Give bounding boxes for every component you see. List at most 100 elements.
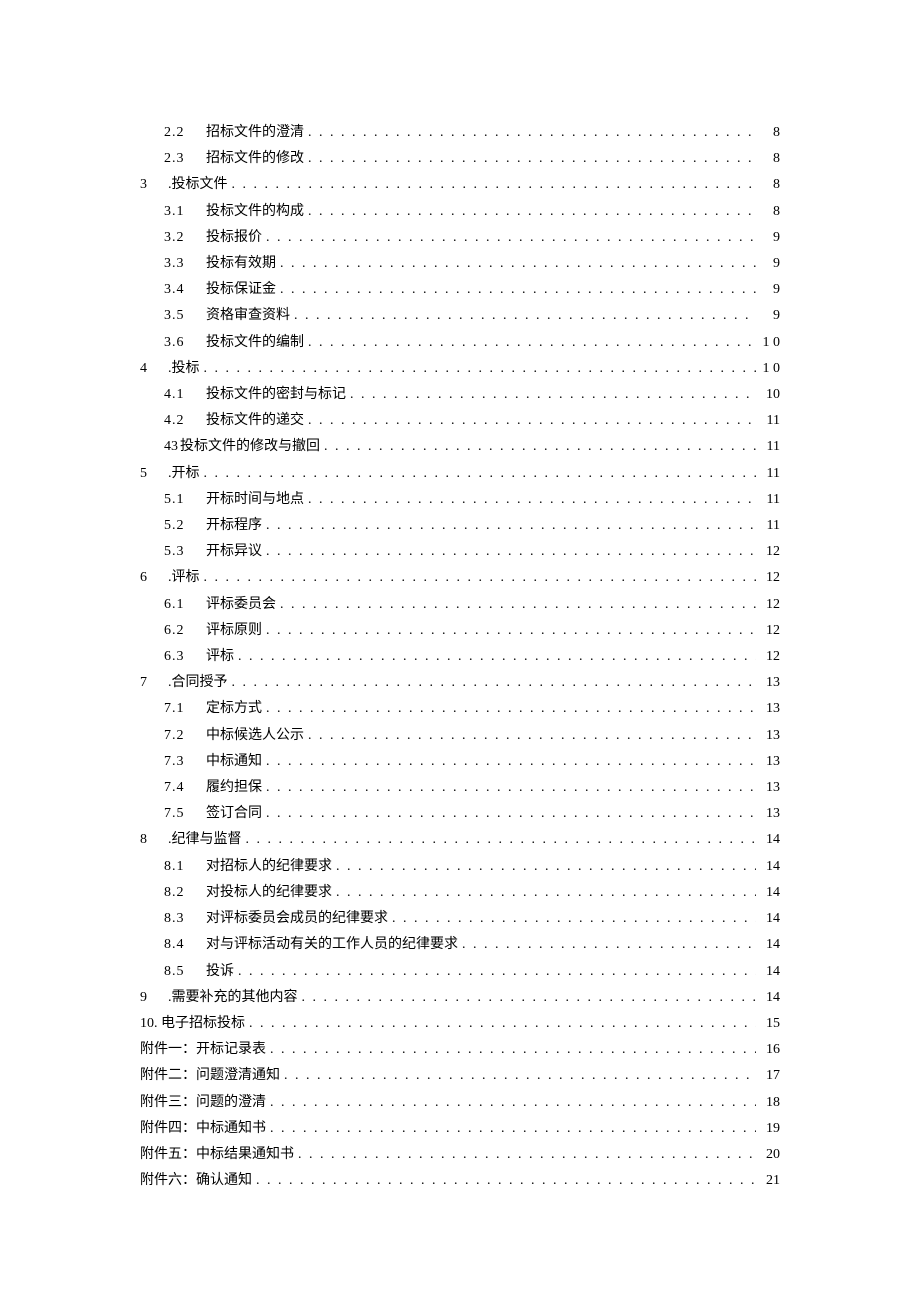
toc-number: 8.1 xyxy=(164,854,200,880)
toc-page-number: 9 xyxy=(760,225,780,251)
toc-page-number: 11 xyxy=(760,487,780,513)
toc-label: 对招标人的纪律要求 xyxy=(206,854,332,880)
toc-label: 招标文件的澄清 xyxy=(206,120,304,146)
toc-leader-dots xyxy=(308,723,756,749)
toc-entry: 3.2投标报价9 xyxy=(140,225,780,251)
toc-label: .开标 xyxy=(168,461,200,487)
toc-number: 9 xyxy=(140,985,162,1011)
toc-label: 开标程序 xyxy=(206,513,262,539)
toc-leader-dots xyxy=(266,801,756,827)
toc-label: 附件六：确认通知 xyxy=(140,1168,252,1194)
toc-leader-dots xyxy=(204,565,757,591)
toc-leader-dots xyxy=(324,434,756,460)
toc-label: 投标文件的构成 xyxy=(206,199,304,225)
toc-leader-dots xyxy=(298,1142,756,1168)
toc-entry: 6.1评标委员会12 xyxy=(140,592,780,618)
toc-page-number: 20 xyxy=(760,1142,780,1168)
toc-page-number: 11 xyxy=(760,461,780,487)
toc-page-number: 13 xyxy=(760,801,780,827)
toc-entry: 4.2投标文件的递交11 xyxy=(140,408,780,434)
toc-label: 签订合同 xyxy=(206,801,262,827)
toc-number: 8 xyxy=(140,827,162,853)
toc-label: 开标异议 xyxy=(206,539,262,565)
toc-page-number: 11 xyxy=(760,434,780,460)
toc-number: 6.1 xyxy=(164,592,200,618)
toc-number: 6.3 xyxy=(164,644,200,670)
toc-label: 附件三：问题的澄清 xyxy=(140,1090,266,1116)
toc-entry: 3.投标文件8 xyxy=(140,172,780,198)
toc-page-number: 9 xyxy=(760,277,780,303)
toc-number: 3.1 xyxy=(164,199,200,225)
toc-leader-dots xyxy=(308,408,756,434)
toc-entry: 7.合同授予13 xyxy=(140,670,780,696)
toc-number: 3.2 xyxy=(164,225,200,251)
toc-number: 7.4 xyxy=(164,775,200,801)
toc-label: 附件四：中标通知书 xyxy=(140,1116,266,1142)
toc-page-number: 16 xyxy=(760,1037,780,1063)
toc-number: 4.2 xyxy=(164,408,200,434)
toc-number: 2.2 xyxy=(164,120,200,146)
toc-page-number: 12 xyxy=(760,539,780,565)
toc-page-number: 13 xyxy=(760,749,780,775)
toc-page-number: 21 xyxy=(760,1168,780,1194)
toc-entry: 8.5投诉14 xyxy=(140,959,780,985)
toc-page-number: 15 xyxy=(760,1011,780,1037)
toc-number: 4 xyxy=(140,356,162,382)
toc-entry: 8.4对与评标活动有关的工作人员的纪律要求14 xyxy=(140,932,780,958)
toc-number: 43 xyxy=(164,434,178,460)
toc-page-number: 8 xyxy=(760,172,780,198)
toc-leader-dots xyxy=(392,906,756,932)
toc-number: 7.2 xyxy=(164,723,200,749)
toc-label: .评标 xyxy=(168,565,200,591)
toc-leader-dots xyxy=(232,670,757,696)
toc-leader-dots xyxy=(308,120,756,146)
toc-page-number: 9 xyxy=(760,303,780,329)
toc-leader-dots xyxy=(266,775,756,801)
toc-label: .投标文件 xyxy=(168,172,228,198)
toc-label: 定标方式 xyxy=(206,696,262,722)
toc-number: 5.3 xyxy=(164,539,200,565)
toc-entry: 6.3评标12 xyxy=(140,644,780,670)
toc-page-number: 8 xyxy=(760,146,780,172)
toc-number: 7 xyxy=(140,670,162,696)
table-of-contents: 2.2招标文件的澄清82.3招标文件的修改83.投标文件83.1投标文件的构成8… xyxy=(140,120,780,1194)
toc-entry: 8.2对投标人的纪律要求14 xyxy=(140,880,780,906)
toc-leader-dots xyxy=(266,696,756,722)
toc-page-number: 14 xyxy=(760,880,780,906)
toc-number: 5.1 xyxy=(164,487,200,513)
toc-number: 8.3 xyxy=(164,906,200,932)
toc-label: 附件二：问题澄清通知 xyxy=(140,1063,280,1089)
toc-entry: 6.评标12 xyxy=(140,565,780,591)
toc-entry: 7.2中标候选人公示13 xyxy=(140,723,780,749)
toc-leader-dots xyxy=(238,959,756,985)
toc-leader-dots xyxy=(336,854,756,880)
toc-label: 履约担保 xyxy=(206,775,262,801)
toc-leader-dots xyxy=(280,251,756,277)
toc-page-number: 12 xyxy=(760,565,780,591)
toc-entry: 2.2招标文件的澄清 8 xyxy=(140,120,780,146)
toc-entry: 3.1投标文件的构成 8 xyxy=(140,199,780,225)
toc-page-number: 1 0 xyxy=(760,356,780,382)
toc-page-number: 8 xyxy=(760,199,780,225)
toc-leader-dots xyxy=(308,199,756,225)
toc-number: 7.5 xyxy=(164,801,200,827)
toc-label: .合同授予 xyxy=(168,670,228,696)
toc-leader-dots xyxy=(266,749,756,775)
toc-entry: 3.4投标保证金9 xyxy=(140,277,780,303)
toc-entry: 6.2评标原则12 xyxy=(140,618,780,644)
toc-entry: 43投标文件的修改与撤回 11 xyxy=(140,434,780,460)
toc-label: 投标文件的修改与撤回 xyxy=(180,434,320,460)
toc-page-number: 12 xyxy=(760,592,780,618)
toc-label: 招标文件的修改 xyxy=(206,146,304,172)
toc-label: 投标保证金 xyxy=(206,277,276,303)
toc-label: 附件五：中标结果通知书 xyxy=(140,1142,294,1168)
toc-entry: 8.3对评标委员会成员的纪律要求14 xyxy=(140,906,780,932)
toc-entry: 9.需要补充的其他内容14 xyxy=(140,985,780,1011)
toc-page-number: 1 0 xyxy=(760,330,780,356)
toc-page-number: 8 xyxy=(760,120,780,146)
toc-entry: 10. 电子招标投标15 xyxy=(140,1011,780,1037)
toc-label: 资格审查资料 xyxy=(206,303,290,329)
toc-leader-dots xyxy=(350,382,756,408)
toc-leader-dots xyxy=(336,880,756,906)
toc-label: .投标 xyxy=(168,356,200,382)
